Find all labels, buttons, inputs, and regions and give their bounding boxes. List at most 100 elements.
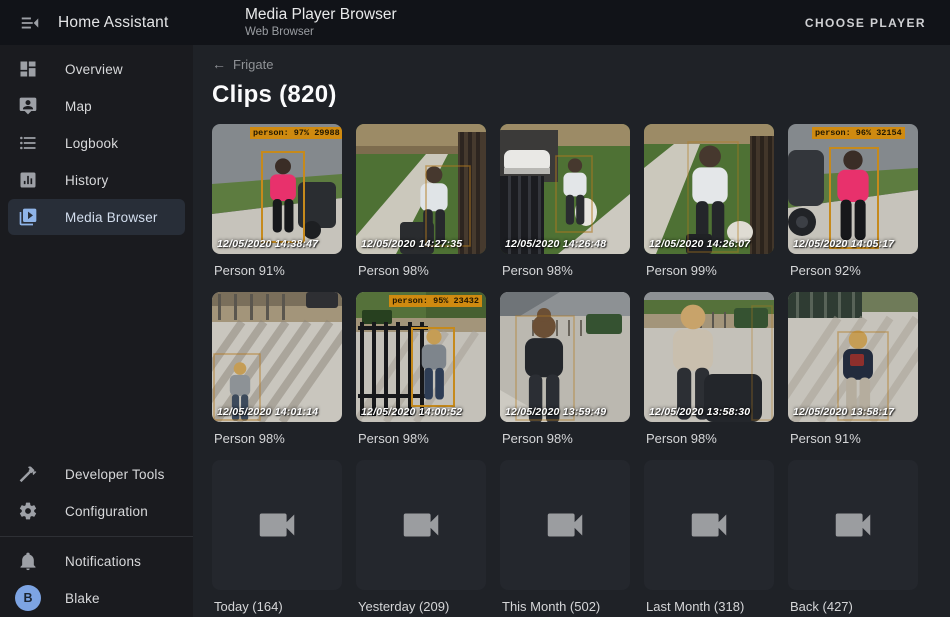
sidebar-item-media-browser[interactable]: Media Browser: [8, 199, 185, 235]
bell-icon: [18, 551, 38, 571]
video-icon: [254, 502, 300, 548]
map-account-icon: [18, 96, 38, 116]
play-box-multiple-icon: [18, 207, 38, 227]
clip-thumbnail: 12/05/2020 13:58:17: [788, 292, 918, 422]
media-player-title: Media Player Browser: [245, 6, 397, 24]
video-icon: [542, 502, 588, 548]
clip-item[interactable]: 12/05/2020 14:01:14 Person 98%: [212, 292, 342, 460]
video-icon: [686, 502, 732, 548]
detection-badge: person: 95% 23432: [389, 295, 482, 307]
clip-thumbnail: person: 95% 23432 12/05/2020 14:00:52: [356, 292, 486, 422]
media-player-header: Media Player Browser Web Browser: [245, 6, 397, 39]
detection-badge: person: 96% 32154: [812, 127, 905, 139]
sidebar: Overview Map Logbook History Media Brows…: [0, 45, 193, 617]
clip-thumbnail: person: 96% 32154 12/05/2020 14:05:17: [788, 124, 918, 254]
chart-box-icon: [18, 170, 38, 190]
folder-thumbnail: [500, 460, 630, 590]
breadcrumb[interactable]: ← Frigate: [212, 56, 273, 72]
folder-item-back[interactable]: Back (427): [788, 460, 918, 617]
list-icon: [18, 133, 38, 153]
clip-item[interactable]: 12/05/2020 13:59:49 Person 98%: [500, 292, 630, 460]
clip-timestamp: 12/05/2020 14:27:35: [361, 238, 462, 250]
sidebar-item-label: Notifications: [65, 554, 141, 569]
clip-item[interactable]: 12/05/2020 14:26:48 Person 98%: [500, 124, 630, 292]
dashboard-icon: [18, 59, 38, 79]
sidebar-item-label: Logbook: [65, 136, 118, 151]
sidebar-spacer: [0, 236, 193, 456]
page-title: Clips (820): [212, 81, 950, 109]
clip-item[interactable]: 12/05/2020 13:58:17 Person 91%: [788, 292, 918, 460]
clip-timestamp: 12/05/2020 13:58:17: [793, 406, 894, 418]
clip-label: Person 98%: [358, 263, 486, 278]
sidebar-item-history[interactable]: History: [8, 162, 185, 198]
sidebar-item-logbook[interactable]: Logbook: [8, 125, 185, 161]
clip-label: Person 99%: [646, 263, 774, 278]
sidebar-item-label: Configuration: [65, 504, 148, 519]
clip-item[interactable]: person: 95% 23432 12/05/2020 14:00:52 Pe…: [356, 292, 486, 460]
back-arrow-icon: ←: [212, 56, 226, 72]
gear-icon: [18, 501, 38, 521]
sidebar-item-developer-tools[interactable]: Developer Tools: [8, 456, 185, 492]
clip-label: Person 92%: [790, 263, 918, 278]
main-content: ← Frigate Clips (820) person: 97: [193, 45, 950, 617]
sidebar-item-notifications[interactable]: Notifications: [8, 543, 185, 579]
folder-label: This Month (502): [502, 599, 630, 614]
user-name-label: Blake: [65, 591, 100, 606]
app-title: Home Assistant: [58, 14, 168, 32]
video-icon: [398, 502, 444, 548]
sidebar-item-map[interactable]: Map: [8, 88, 185, 124]
clip-label: Person 98%: [502, 263, 630, 278]
clip-timestamp: 12/05/2020 14:01:14: [217, 406, 318, 418]
folder-thumbnail: [356, 460, 486, 590]
sidebar-item-label: History: [65, 173, 108, 188]
clip-item[interactable]: 12/05/2020 13:58:30 Person 98%: [644, 292, 774, 460]
sidebar-item-user[interactable]: B Blake: [8, 580, 185, 616]
clip-item[interactable]: 12/05/2020 14:27:35 Person 98%: [356, 124, 486, 292]
folder-item-last-month[interactable]: Last Month (318): [644, 460, 774, 617]
media-player-subtitle: Web Browser: [245, 26, 397, 39]
sidebar-item-overview[interactable]: Overview: [8, 51, 185, 87]
folder-thumbnail: [644, 460, 774, 590]
video-icon: [830, 502, 876, 548]
choose-player-button[interactable]: CHOOSE PLAYER: [797, 8, 934, 38]
folder-label: Today (164): [214, 599, 342, 614]
clip-thumbnail: 12/05/2020 14:26:07: [644, 124, 774, 254]
menu-toggle-icon[interactable]: [18, 11, 42, 35]
app-bar: Home Assistant Media Player Browser Web …: [0, 0, 950, 45]
clip-label: Person 98%: [646, 431, 774, 446]
clips-grid: person: 97% 29988 12/05/2020 14:38:47 Pe…: [212, 124, 950, 617]
folder-thumbnail: [788, 460, 918, 590]
clip-item[interactable]: person: 97% 29988 12/05/2020 14:38:47 Pe…: [212, 124, 342, 292]
clip-timestamp: 12/05/2020 14:00:52: [361, 406, 462, 418]
folder-thumbnail: [212, 460, 342, 590]
sidebar-item-label: Developer Tools: [65, 467, 165, 482]
folder-label: Back (427): [790, 599, 918, 614]
sidebar-divider: [0, 536, 193, 537]
clip-timestamp: 12/05/2020 14:05:17: [793, 238, 894, 250]
clip-thumbnail: person: 97% 29988 12/05/2020 14:38:47: [212, 124, 342, 254]
clip-thumbnail: 12/05/2020 13:59:49: [500, 292, 630, 422]
folder-label: Yesterday (209): [358, 599, 486, 614]
clip-item[interactable]: person: 96% 32154 12/05/2020 14:05:17 Pe…: [788, 124, 918, 292]
folder-item-this-month[interactable]: This Month (502): [500, 460, 630, 617]
hammer-icon: [18, 464, 38, 484]
sidebar-item-label: Map: [65, 99, 92, 114]
clip-timestamp: 12/05/2020 13:58:30: [649, 406, 750, 418]
folder-item-yesterday[interactable]: Yesterday (209): [356, 460, 486, 617]
clip-timestamp: 12/05/2020 14:26:07: [649, 238, 750, 250]
clip-timestamp: 12/05/2020 13:59:49: [505, 406, 606, 418]
sidebar-item-configuration[interactable]: Configuration: [8, 493, 185, 529]
detection-badge: person: 97% 29988: [250, 127, 342, 139]
clip-label: Person 98%: [502, 431, 630, 446]
clip-label: Person 91%: [790, 431, 918, 446]
clip-item[interactable]: 12/05/2020 14:26:07 Person 99%: [644, 124, 774, 292]
folder-item-today[interactable]: Today (164): [212, 460, 342, 617]
sidebar-item-label: Overview: [65, 62, 123, 77]
clip-timestamp: 12/05/2020 14:38:47: [217, 238, 318, 250]
clip-thumbnail: 12/05/2020 14:01:14: [212, 292, 342, 422]
clip-label: Person 98%: [214, 431, 342, 446]
app-bar-left: Home Assistant: [0, 11, 193, 35]
avatar: B: [15, 585, 41, 611]
clip-label: Person 91%: [214, 263, 342, 278]
clip-thumbnail: 12/05/2020 13:58:30: [644, 292, 774, 422]
